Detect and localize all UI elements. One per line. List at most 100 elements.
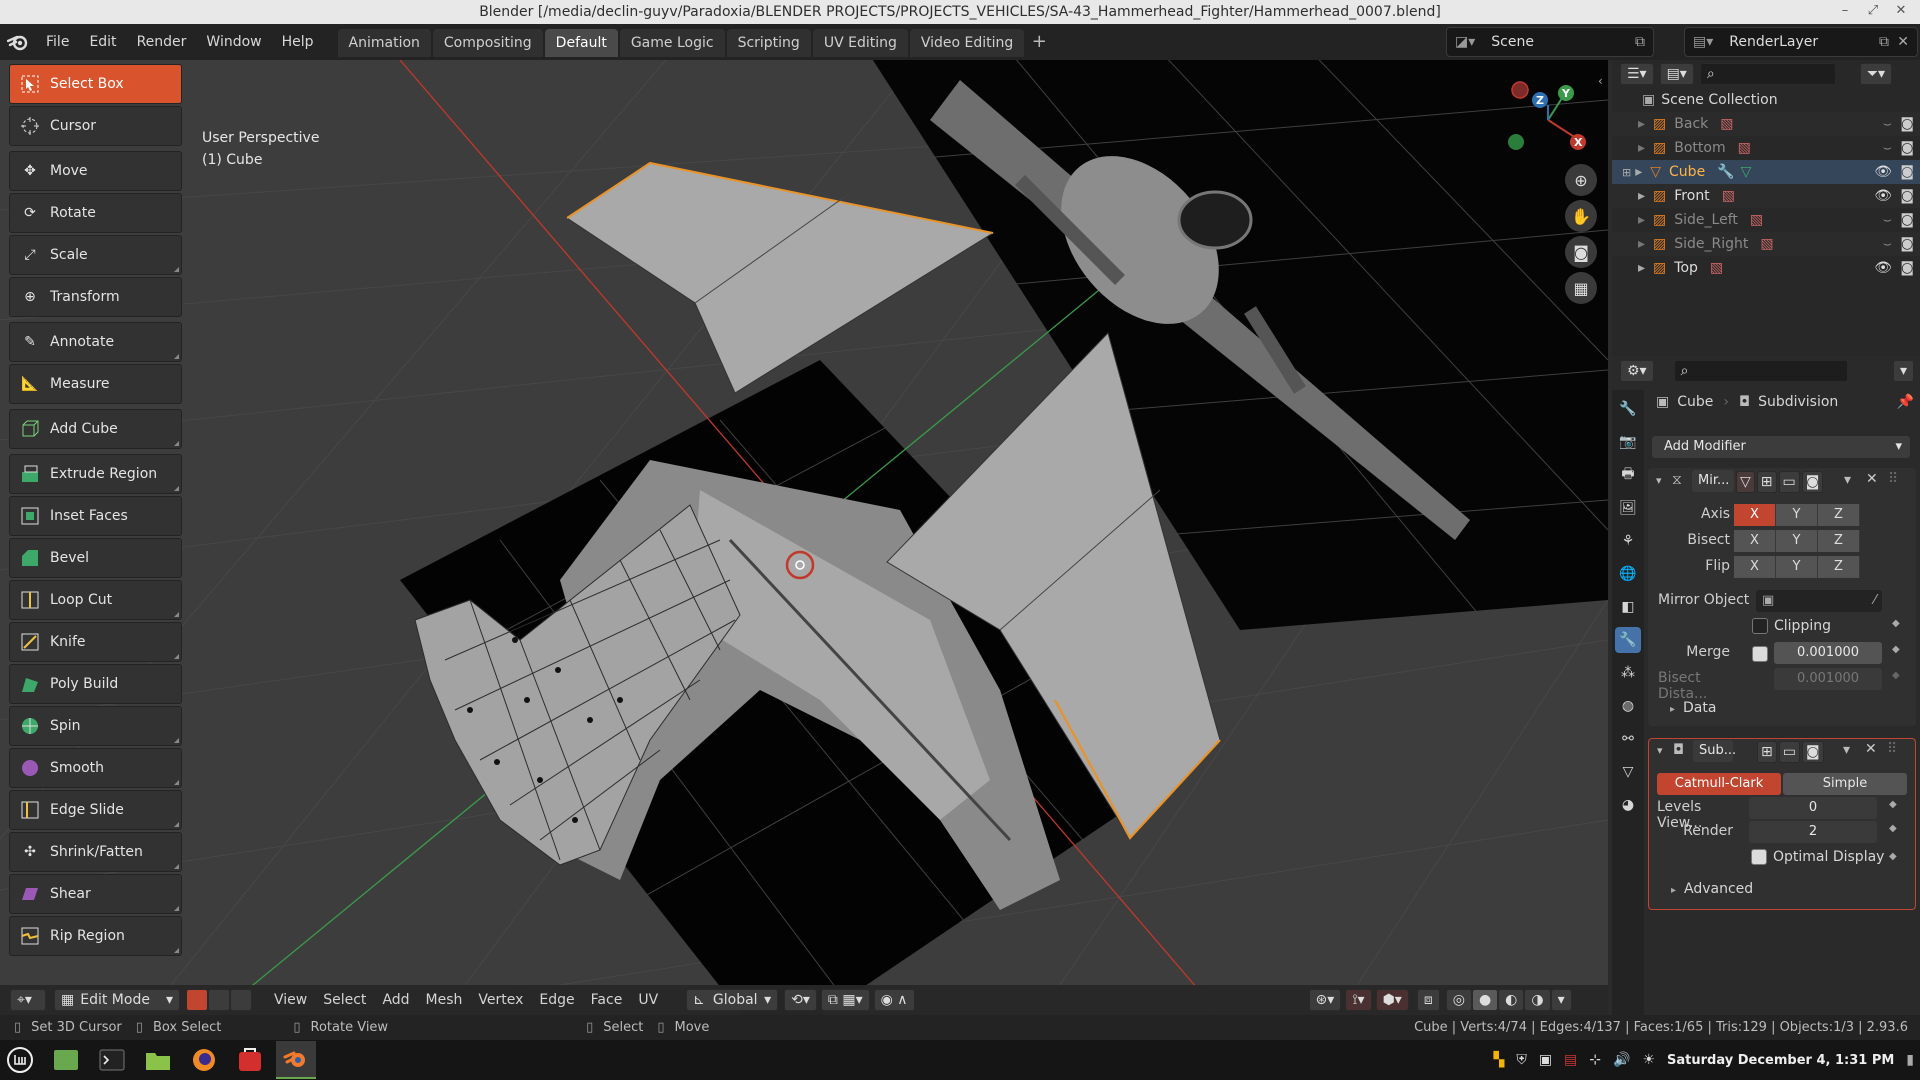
tab-animation[interactable]: Animation: [337, 29, 431, 57]
new-layer-icon[interactable]: ⧉: [1879, 34, 1889, 50]
sidebar-toggle-icon[interactable]: ‹: [1598, 74, 1603, 88]
menu-mesh[interactable]: Mesh: [418, 992, 471, 1008]
axis-z-toggle[interactable]: Z: [1818, 504, 1860, 526]
mint-menu-icon[interactable]: [0, 1041, 40, 1079]
tool-add-cube[interactable]: Add Cube: [9, 409, 182, 449]
brightness-icon[interactable]: ☀: [1642, 1052, 1655, 1068]
expand-icon[interactable]: ▸: [1638, 140, 1645, 156]
drag-handle-icon[interactable]: ⠿: [1887, 741, 1897, 757]
menu-face[interactable]: Face: [583, 992, 631, 1008]
expand-icon[interactable]: ▸: [1638, 236, 1645, 252]
menu-uv[interactable]: UV: [630, 992, 666, 1008]
editor-type-icon[interactable]: ⌖▾: [10, 989, 46, 1011]
render-camera-icon[interactable]: ◙: [1900, 140, 1914, 156]
material-shading-icon[interactable]: ◐: [1498, 989, 1525, 1011]
visible-eye-icon[interactable]: 👁: [1874, 188, 1892, 204]
tool-poly-build[interactable]: Poly Build: [9, 664, 182, 704]
add-modifier-button[interactable]: Add Modifier ▾: [1652, 436, 1910, 458]
menu-view[interactable]: View: [266, 992, 315, 1008]
close-window-button[interactable]: ✕: [1888, 0, 1914, 24]
shading-options-icon[interactable]: ▾: [1550, 989, 1572, 1011]
optimal-display-checkbox[interactable]: Optimal Display: [1751, 849, 1884, 865]
keyframe-dot-icon[interactable]: ◆: [1889, 823, 1897, 834]
render-camera-icon[interactable]: ◙: [1900, 260, 1914, 276]
ortho-grid-icon[interactable]: ▦: [1565, 272, 1597, 304]
mirror-name-field[interactable]: Mir...: [1692, 470, 1734, 492]
hidden-eye-icon[interactable]: ⌣: [1883, 140, 1892, 156]
menu-select[interactable]: Select: [315, 992, 374, 1008]
modifier-menu-icon[interactable]: ▾: [1844, 472, 1851, 488]
display-icon[interactable]: ▣: [1539, 1052, 1552, 1068]
render-camera-icon[interactable]: ◙: [1900, 212, 1914, 228]
expand-icon[interactable]: ▸: [1638, 260, 1645, 276]
render-toggle-icon[interactable]: ◙: [1801, 471, 1824, 493]
menu-help[interactable]: Help: [272, 24, 324, 60]
tab-game-logic[interactable]: Game Logic: [619, 29, 725, 57]
hidden-eye-icon[interactable]: ⌣: [1883, 116, 1892, 132]
clipping-checkbox[interactable]: Clipping: [1752, 618, 1831, 634]
blender-taskbar-icon[interactable]: [276, 1041, 316, 1079]
bisect-distance-field[interactable]: 0.001000: [1774, 668, 1882, 690]
options-dropdown-icon[interactable]: ▾: [1892, 360, 1914, 382]
axis-x-toggle[interactable]: X: [1734, 504, 1776, 526]
remove-modifier-icon[interactable]: ✕: [1866, 471, 1878, 487]
expand-icon[interactable]: ▸: [1638, 188, 1645, 204]
output-properties-icon[interactable]: 🖶: [1615, 462, 1641, 488]
tool-measure[interactable]: 📐 Measure: [9, 364, 182, 404]
viewport-toggle-icon[interactable]: ▭: [1778, 741, 1800, 763]
modifier-properties-icon[interactable]: 🔧: [1615, 627, 1641, 653]
terminal-icon[interactable]: [92, 1041, 132, 1079]
tool-bevel[interactable]: Bevel: [9, 538, 182, 578]
menu-window[interactable]: Window: [196, 24, 271, 60]
new-scene-icon[interactable]: ⧉: [1635, 34, 1645, 50]
proportional-edit-icon[interactable]: ◉ ∧: [873, 989, 915, 1011]
tool-knife[interactable]: Knife: [9, 622, 182, 662]
flip-z-toggle[interactable]: Z: [1818, 556, 1860, 578]
flip-x-toggle[interactable]: X: [1734, 556, 1776, 578]
mode-selector[interactable]: ▦ Edit Mode ▾: [54, 989, 180, 1011]
outliner-item-top[interactable]: ▸ ▨ Top ▧ 👁 ◙: [1612, 256, 1920, 280]
expand-icon[interactable]: ▸: [1638, 212, 1645, 228]
tab-uv-editing[interactable]: UV Editing: [812, 29, 908, 57]
hidden-eye-icon[interactable]: ⌣: [1883, 212, 1892, 228]
edit-mode-toggle-icon[interactable]: ⊞: [1757, 741, 1777, 763]
workspace-switcher-icon[interactable]: ▮: [1906, 1052, 1914, 1068]
xray-icon[interactable]: ⧈: [1416, 989, 1440, 1011]
material-icon[interactable]: ◕: [1615, 792, 1641, 818]
gizmo-toggle-icon[interactable]: ⊛▾: [1308, 989, 1342, 1011]
flip-y-toggle[interactable]: Y: [1776, 556, 1818, 578]
show-desktop-icon[interactable]: [46, 1041, 86, 1079]
tool-spin[interactable]: Spin: [9, 706, 182, 746]
keyframe-dot-icon[interactable]: ◆: [1892, 670, 1900, 681]
outliner-item-side-left[interactable]: ▸ ▨ Side_Left ▧ ⌣ ◙: [1612, 208, 1920, 232]
solid-shading-icon[interactable]: ●: [1471, 989, 1499, 1011]
rendered-shading-icon[interactable]: ◑: [1524, 989, 1551, 1011]
tool-edge-slide[interactable]: Edge Slide: [9, 790, 182, 830]
tool-cursor[interactable]: Cursor: [9, 106, 182, 146]
world-properties-icon[interactable]: 🌐: [1615, 561, 1641, 587]
simple-toggle[interactable]: Simple: [1783, 773, 1907, 795]
view-layer-selector[interactable]: ▤▾ RenderLayer ⧉ ✕: [1684, 27, 1918, 57]
expand-icon[interactable]: ▸: [1635, 164, 1642, 180]
snap-icon[interactable]: ⧉ ▦▾: [820, 989, 870, 1011]
clock[interactable]: Saturday December 4, 1:31 PM: [1667, 1053, 1894, 1068]
properties-search-input[interactable]: ⌕: [1673, 360, 1848, 382]
visible-eye-icon[interactable]: 👁: [1874, 164, 1892, 180]
remove-layer-icon[interactable]: ✕: [1897, 34, 1909, 50]
display-mode-icon[interactable]: ▤▾: [1659, 63, 1694, 85]
software-manager-icon[interactable]: [230, 1041, 270, 1079]
mirror-object-field[interactable]: ▣ ⁄: [1756, 590, 1882, 612]
vertex-select-icon[interactable]: [186, 989, 208, 1011]
edge-select-icon[interactable]: [208, 989, 230, 1011]
tool-smooth[interactable]: Smooth: [9, 748, 182, 788]
tool-extrude-region[interactable]: Extrude Region: [9, 454, 182, 494]
expand-icon[interactable]: ▸: [1638, 116, 1645, 132]
menu-edit[interactable]: Edit: [79, 24, 126, 60]
minimize-button[interactable]: –: [1832, 0, 1858, 24]
outliner-item-back[interactable]: ▸ ▨ Back ▧ ⌣ ◙: [1612, 112, 1920, 136]
tab-default[interactable]: Default: [544, 29, 618, 57]
tool-loop-cut[interactable]: Loop Cut: [9, 580, 182, 620]
mesh-data-icon[interactable]: ▽: [1615, 759, 1641, 785]
scene-properties-icon[interactable]: ⚘: [1615, 528, 1641, 554]
menu-add[interactable]: Add: [374, 992, 417, 1008]
